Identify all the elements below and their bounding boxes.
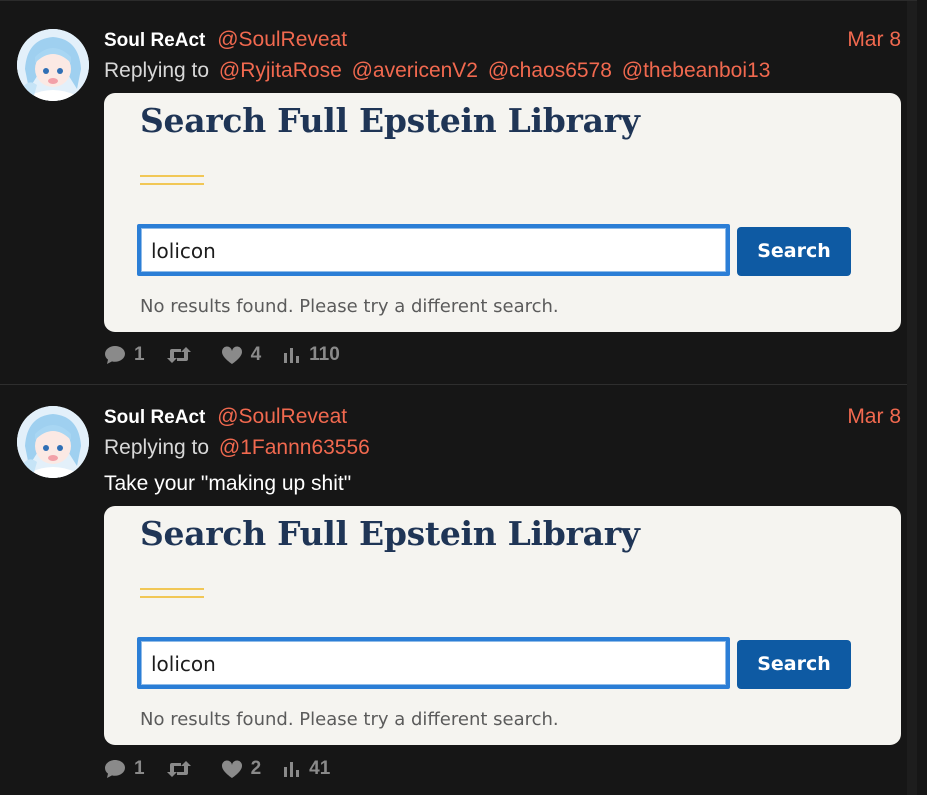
- speech-bubble-icon: [104, 759, 126, 779]
- replying-to: Replying to @RyjitaRose @avericenV2 @cha…: [104, 58, 770, 84]
- avatar[interactable]: [17, 29, 89, 101]
- tweet-header: Soul ReAct @SoulReveat Mar 8: [104, 404, 901, 430]
- like-count: 4: [250, 344, 262, 365]
- like-count: 2: [250, 758, 262, 779]
- reply-count: 1: [134, 344, 145, 365]
- views-button[interactable]: 110: [283, 344, 340, 366]
- retweet-button[interactable]: [166, 346, 199, 364]
- like-button[interactable]: 2: [221, 758, 262, 780]
- display-name[interactable]: Soul ReAct: [104, 30, 205, 51]
- search-input: lolicon: [137, 224, 730, 276]
- gold-divider: [140, 175, 204, 177]
- replying-to-label: Replying to: [104, 436, 210, 459]
- mention-link[interactable]: @RyjitaRose: [219, 59, 342, 82]
- search-input-value: lolicon: [151, 239, 216, 263]
- mention-link[interactable]: @1Fannn63556: [219, 436, 370, 459]
- heart-icon: [221, 759, 243, 779]
- bar-chart-icon: [283, 347, 301, 363]
- tweet-text: Take your "making up shit": [104, 472, 352, 495]
- replying-to-label: Replying to: [104, 59, 210, 82]
- tweet-header: Soul ReAct @SoulReveat Mar 8: [104, 27, 901, 53]
- media-image[interactable]: Search Full Epstein Library lolicon Sear…: [104, 93, 901, 332]
- gold-divider: [140, 588, 204, 590]
- gold-divider: [140, 596, 204, 598]
- search-button: Search: [737, 640, 851, 689]
- feed: Soul ReAct @SoulReveat Mar 8 Replying to…: [0, 0, 917, 795]
- reply-button[interactable]: 1: [104, 344, 145, 366]
- bar-chart-icon: [283, 761, 301, 777]
- tweet-actions: 1 4 110: [104, 342, 362, 368]
- view-count: 110: [309, 344, 340, 365]
- views-button[interactable]: 41: [283, 758, 330, 780]
- media-image[interactable]: Search Full Epstein Library lolicon Sear…: [104, 506, 901, 745]
- mention-link[interactable]: @avericenV2: [352, 59, 478, 82]
- search-input-value: lolicon: [151, 652, 216, 676]
- speech-bubble-icon: [104, 345, 126, 365]
- mention-link[interactable]: @chaos6578: [488, 59, 612, 82]
- mention-link[interactable]: @thebeanboi13: [622, 59, 771, 82]
- display-name[interactable]: Soul ReAct: [104, 407, 205, 428]
- search-button: Search: [737, 227, 851, 276]
- replying-to: Replying to @1Fannn63556: [104, 435, 370, 461]
- gold-divider: [140, 183, 204, 185]
- user-handle[interactable]: @SoulReveat: [217, 28, 347, 51]
- reply-count: 1: [134, 758, 145, 779]
- library-title: Search Full Epstein Library: [140, 101, 640, 140]
- no-results-message: No results found. Please try a different…: [140, 709, 559, 730]
- search-input: lolicon: [137, 637, 730, 689]
- tweet[interactable]: Soul ReAct @SoulReveat Mar 8 Replying to…: [0, 8, 917, 384]
- retweet-icon: [166, 346, 191, 364]
- tweet[interactable]: Soul ReAct @SoulReveat Mar 8 Replying to…: [0, 385, 917, 795]
- no-results-message: No results found. Please try a different…: [140, 296, 559, 317]
- user-handle[interactable]: @SoulReveat: [217, 405, 347, 428]
- reply-button[interactable]: 1: [104, 758, 145, 780]
- view-count: 41: [309, 758, 331, 779]
- like-button[interactable]: 4: [221, 344, 262, 366]
- retweet-button[interactable]: [166, 760, 199, 778]
- avatar[interactable]: [17, 406, 89, 478]
- heart-icon: [221, 345, 243, 365]
- tweet-actions: 1 2 41: [104, 756, 352, 782]
- library-title: Search Full Epstein Library: [140, 514, 640, 553]
- retweet-icon: [166, 760, 191, 778]
- tweet-date[interactable]: Mar 8: [847, 404, 901, 430]
- tweet-date[interactable]: Mar 8: [847, 27, 901, 53]
- scrollbar[interactable]: [907, 1, 917, 795]
